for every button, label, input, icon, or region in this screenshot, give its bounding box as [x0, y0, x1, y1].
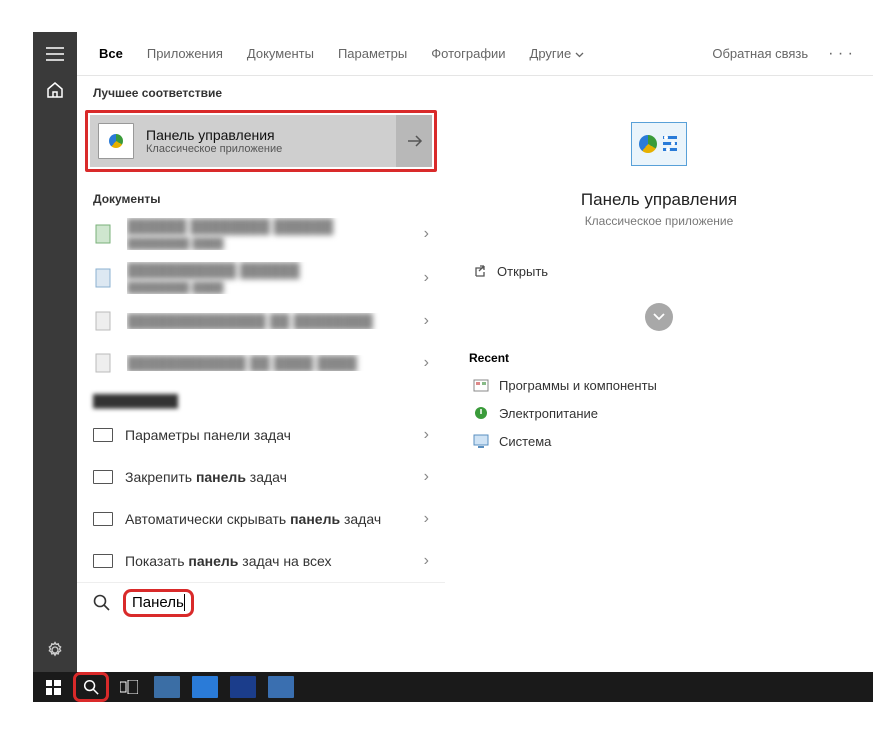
chevron-right-icon: › [424, 510, 429, 528]
more-icon[interactable]: · · · [820, 41, 861, 67]
start-button[interactable] [35, 672, 71, 702]
taskbar-app[interactable] [187, 672, 223, 702]
settings-result[interactable]: Автоматически скрывать панель задач › [77, 498, 445, 540]
chevron-right-icon: › [424, 354, 429, 372]
tab-settings[interactable]: Параметры [328, 40, 417, 67]
taskbar-settings-icon [93, 428, 113, 442]
settings-result-label: Закрепить панель задач [125, 468, 412, 486]
results-column: Лучшее соответствие Панель управления Кл… [77, 76, 445, 672]
best-match-subtitle: Классическое приложение [146, 143, 282, 155]
settings-result[interactable]: Закрепить панель задач › [77, 456, 445, 498]
start-search-panel: Все Приложения Документы Параметры Фотог… [33, 32, 873, 672]
recent-item[interactable]: Система [469, 427, 849, 455]
search-input-highlight: Панель [123, 589, 194, 617]
task-view-button[interactable] [111, 672, 147, 702]
section-blurred: ██████████ [77, 384, 445, 414]
recent-item-label: Электропитание [499, 406, 598, 421]
system-icon [473, 433, 489, 449]
taskbar-settings-icon [93, 554, 113, 568]
tab-apps[interactable]: Приложения [137, 40, 233, 67]
preview-title: Панель управления [581, 190, 737, 210]
taskbar [33, 672, 873, 702]
programs-icon [473, 377, 489, 393]
recent-item-label: Система [499, 434, 551, 449]
document-result[interactable]: ███████████ ██████████████ ████ › [77, 256, 445, 300]
recent-item[interactable]: Программы и компоненты [469, 371, 849, 399]
control-panel-icon [98, 123, 134, 159]
chevron-down-icon [653, 313, 665, 321]
recent-item-label: Программы и компоненты [499, 378, 657, 393]
document-result[interactable]: ██████ ████████ ██████████████ ████ › [77, 212, 445, 256]
taskbar-settings-icon [93, 470, 113, 484]
file-icon [93, 223, 115, 245]
settings-result-label: Автоматически скрывать панель задач [125, 510, 412, 528]
file-icon [93, 352, 115, 374]
search-input[interactable]: Панель [132, 594, 185, 611]
settings-result-label: Параметры панели задач [125, 426, 412, 444]
search-row: Панель [77, 582, 445, 623]
preview-subtitle: Классическое приложение [585, 214, 734, 228]
chevron-right-icon: › [424, 552, 429, 570]
file-icon [93, 310, 115, 332]
main-area: Все Приложения Документы Параметры Фотог… [77, 32, 873, 672]
arrow-right-icon[interactable] [396, 113, 434, 169]
tab-photos[interactable]: Фотографии [421, 40, 515, 67]
chevron-right-icon: › [424, 269, 429, 287]
document-result[interactable]: ████████████ ██ ████ ████ › [77, 342, 445, 384]
best-match-result[interactable]: Панель управления Классическое приложени… [85, 110, 437, 172]
document-result[interactable]: ██████████████ ██ ████████ › [77, 300, 445, 342]
expand-down-button[interactable] [645, 303, 673, 331]
file-icon [93, 267, 115, 289]
content-row: Лучшее соответствие Панель управления Кл… [77, 76, 873, 672]
control-panel-large-icon [631, 122, 687, 166]
recent-header: Recent [469, 351, 509, 365]
filter-tabs: Все Приложения Документы Параметры Фотог… [77, 32, 873, 76]
settings-result[interactable]: Параметры панели задач › [77, 414, 445, 456]
tab-more[interactable]: Другие [520, 40, 594, 67]
taskbar-settings-icon [93, 512, 113, 526]
chevron-right-icon: › [424, 468, 429, 486]
taskbar-app[interactable] [263, 672, 299, 702]
taskbar-search-button[interactable] [73, 672, 109, 702]
feedback-link[interactable]: Обратная связь [704, 42, 816, 65]
home-icon[interactable] [45, 80, 65, 100]
search-icon [93, 594, 111, 612]
section-best-match: Лучшее соответствие [77, 76, 445, 106]
power-icon [473, 405, 489, 421]
chevron-right-icon: › [424, 426, 429, 444]
settings-result-label: Показать панель задач на всех [125, 552, 412, 570]
chevron-right-icon: › [424, 225, 429, 243]
section-documents: Документы [77, 182, 445, 212]
recent-item[interactable]: Электропитание [469, 399, 849, 427]
tab-documents[interactable]: Документы [237, 40, 324, 67]
open-action[interactable]: Открыть [469, 256, 849, 287]
open-icon [473, 265, 487, 279]
left-rail [33, 32, 77, 672]
best-match-title: Панель управления [146, 127, 282, 143]
settings-gear-icon[interactable] [45, 640, 65, 660]
taskbar-app[interactable] [149, 672, 185, 702]
hamburger-icon[interactable] [45, 44, 65, 64]
chevron-right-icon: › [424, 312, 429, 330]
taskbar-app[interactable] [225, 672, 261, 702]
tab-all[interactable]: Все [89, 40, 133, 67]
preview-panel: Панель управления Классическое приложени… [445, 76, 873, 672]
settings-result[interactable]: Показать панель задач на всех › [77, 540, 445, 582]
